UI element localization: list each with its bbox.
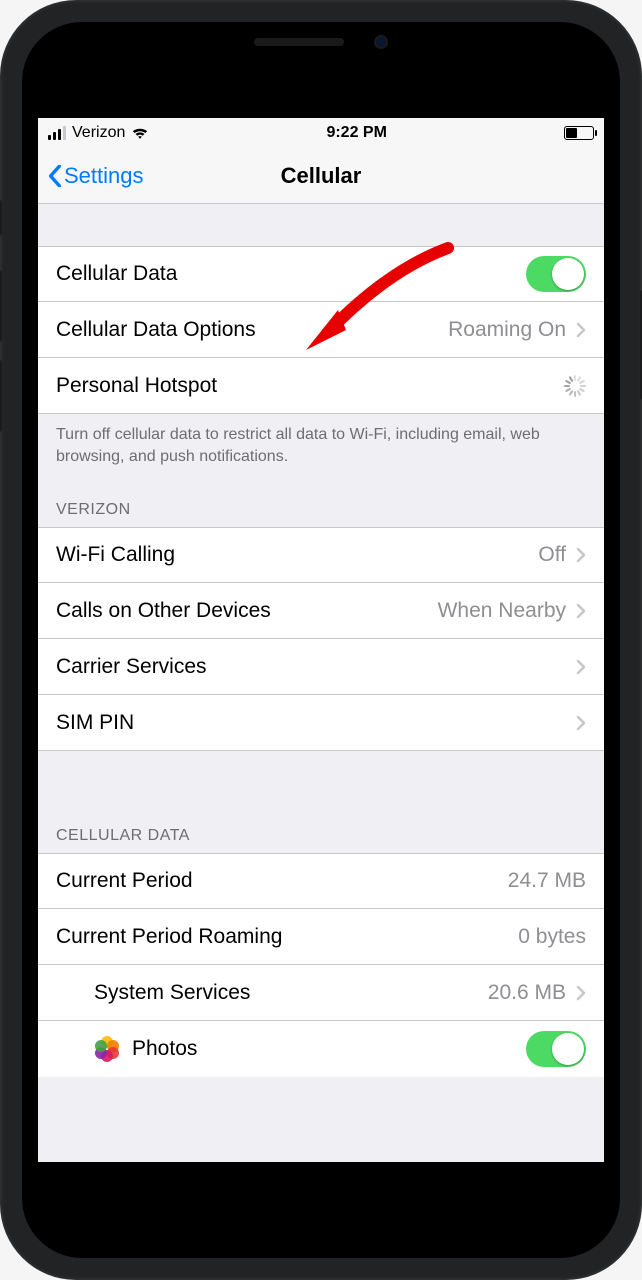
cellular-data-options-value: Roaming On	[448, 318, 566, 342]
photos-app-label: Photos	[132, 1037, 526, 1061]
phone-frame: Verizon 9:22 PM Settings C	[0, 0, 642, 1280]
current-period-label: Current Period	[56, 869, 508, 893]
wifi-calling-row[interactable]: Wi-Fi Calling Off	[38, 527, 604, 583]
carrier-label: Verizon	[72, 124, 125, 142]
chevron-right-icon	[576, 603, 586, 619]
verizon-section-header: VERIZON	[38, 481, 604, 527]
calls-other-devices-value: When Nearby	[438, 599, 566, 623]
current-period-value: 24.7 MB	[508, 869, 586, 893]
notch	[171, 22, 471, 62]
page-title: Cellular	[281, 163, 362, 189]
sim-pin-row[interactable]: SIM PIN	[38, 695, 604, 751]
photos-switch[interactable]	[526, 1031, 586, 1067]
cellular-data-switch[interactable]	[526, 256, 586, 292]
carrier-services-row[interactable]: Carrier Services	[38, 639, 604, 695]
loading-spinner-icon	[564, 375, 586, 397]
clock: 9:22 PM	[326, 124, 386, 142]
sim-pin-label: SIM PIN	[56, 711, 576, 735]
current-period-roaming-label: Current Period Roaming	[56, 925, 518, 949]
system-services-label: System Services	[94, 981, 488, 1005]
carrier-services-label: Carrier Services	[56, 655, 576, 679]
calls-other-devices-label: Calls on Other Devices	[56, 599, 438, 623]
chevron-right-icon	[576, 985, 586, 1001]
chevron-right-icon	[576, 659, 586, 675]
wifi-icon	[131, 126, 149, 140]
wifi-calling-value: Off	[538, 543, 566, 567]
signal-strength-icon	[48, 126, 66, 140]
cellular-data-footer: Turn off cellular data to restrict all d…	[38, 414, 604, 481]
system-services-value: 20.6 MB	[488, 981, 566, 1005]
volume-up-button	[0, 270, 2, 342]
front-camera	[374, 35, 388, 49]
calls-other-devices-row[interactable]: Calls on Other Devices When Nearby	[38, 583, 604, 639]
chevron-right-icon	[576, 322, 586, 338]
chevron-right-icon	[576, 547, 586, 563]
screen: Verizon 9:22 PM Settings C	[38, 118, 604, 1162]
cellular-data-section-header: CELLULAR DATA	[38, 807, 604, 853]
back-button[interactable]: Settings	[48, 163, 144, 189]
current-period-roaming-value: 0 bytes	[518, 925, 586, 949]
photos-app-icon	[94, 1036, 120, 1062]
cellular-data-label: Cellular Data	[56, 262, 526, 286]
cellular-data-options-row[interactable]: Cellular Data Options Roaming On	[38, 302, 604, 358]
volume-down-button	[0, 360, 2, 432]
system-services-row[interactable]: System Services 20.6 MB	[38, 965, 604, 1021]
wifi-calling-label: Wi-Fi Calling	[56, 543, 538, 567]
status-bar: Verizon 9:22 PM	[38, 118, 604, 148]
chevron-right-icon	[576, 715, 586, 731]
cellular-data-row[interactable]: Cellular Data	[38, 246, 604, 302]
personal-hotspot-label: Personal Hotspot	[56, 374, 564, 398]
cellular-data-options-label: Cellular Data Options	[56, 318, 448, 342]
personal-hotspot-row[interactable]: Personal Hotspot	[38, 358, 604, 414]
current-period-row: Current Period 24.7 MB	[38, 853, 604, 909]
battery-icon	[564, 126, 594, 140]
current-period-roaming-row: Current Period Roaming 0 bytes	[38, 909, 604, 965]
speaker-grille	[254, 38, 344, 46]
photos-app-row[interactable]: Photos	[38, 1021, 604, 1077]
phone-bezel: Verizon 9:22 PM Settings C	[22, 22, 620, 1258]
silent-switch	[0, 200, 2, 236]
back-label: Settings	[64, 163, 144, 189]
chevron-left-icon	[48, 165, 62, 187]
navigation-bar: Settings Cellular	[38, 148, 604, 204]
